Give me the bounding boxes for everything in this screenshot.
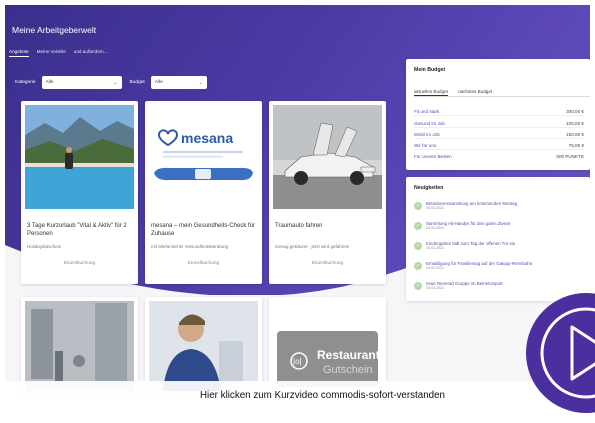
play-video-icon[interactable] (526, 293, 595, 413)
offer-card-mesana[interactable]: mesana mesana – mein Gesundheits-Check f… (145, 101, 262, 284)
budget-row-label: Für unsere Besten (414, 154, 452, 159)
category-select[interactable]: Alle ⌄ (41, 76, 122, 89)
budget-row-value: 150,00 € (566, 132, 584, 137)
check-icon: ✓ (414, 242, 422, 250)
news-date: 24.02.2021 (426, 286, 444, 291)
app-frame: Meine Arbeitgeberwelt Angebote Meine Vor… (5, 5, 590, 410)
news-item[interactable]: ✓ neue Rennrad Gruppe im Betriebssport 2… (414, 281, 503, 290)
card-image-person (149, 301, 258, 391)
news-item[interactable]: ✓ Kindergarten lädt zum Tag der offenen … (414, 241, 515, 250)
budget-select[interactable]: Alle ⌄ (150, 76, 207, 89)
card-subtitle: mit telefonischer Gesundheitsberatung (151, 244, 229, 249)
svg-text:|o|: |o| (293, 357, 302, 366)
budget-row-label: Mobil im Job (414, 132, 440, 137)
card-title: Traumauto fahren (275, 223, 323, 229)
budget-tabs: aktuelles Budget nächstes Budget (414, 89, 590, 97)
check-icon: ✓ (414, 202, 422, 210)
check-icon: ✓ (414, 282, 422, 290)
screenshot-stage: Meine Arbeitgeberwelt Angebote Meine Vor… (0, 0, 595, 423)
news-item[interactable]: ✓ Sammlung Alt-Handys für den guten Zwec… (414, 221, 510, 230)
card-image-sportscar (273, 105, 382, 209)
budget-row-value: 500 PUNKTE (556, 154, 584, 159)
offer-card-traumauto[interactable]: Traumauto fahren Genug geträumt - jetzt … (269, 101, 386, 284)
tab-und-ausserdem[interactable]: und außerdem... (74, 49, 108, 57)
budget-row-label: Fit und stark (414, 109, 440, 114)
tab-angebote[interactable]: Angebote (9, 49, 29, 57)
budget-panel: Mein Budget aktuelles Budget nächstes Bu… (406, 59, 590, 170)
budget-row-value: 300,00 € (566, 109, 584, 114)
budget-label: Budget (129, 80, 145, 85)
page-title: Meine Arbeitgeberwelt (12, 25, 97, 35)
offer-card-kurzurlaub[interactable]: 3 Tage Kurzurlaub "Vital & Aktiv" für 2 … (21, 101, 138, 284)
budget-row-value: 100,00 € (566, 121, 584, 126)
tab-meine-vorteile[interactable]: Meine Vorteile (37, 49, 66, 57)
budget-title: Mein Budget (414, 67, 446, 73)
check-icon: ✓ (414, 262, 422, 270)
category-label: Kategorie (15, 80, 36, 85)
budget-row-points: Für unsere Besten 500 PUNKTE (414, 154, 584, 160)
budget-row: Fit und stark 300,00 € (414, 109, 584, 116)
chevron-down-icon: ⌄ (113, 79, 118, 86)
news-item[interactable]: ✓ Ermäßigung für Familientag auf der Gal… (414, 261, 532, 270)
card-image-mesana: mesana (149, 105, 258, 209)
check-icon: ✓ (414, 222, 422, 230)
card-action-einzelbuchung[interactable]: Einzelbuchung (269, 261, 386, 266)
news-panel: Neuigkeiten ✓ Betriebsversammlung am kom… (406, 177, 590, 301)
news-date: 24.02.2021 (426, 226, 444, 231)
news-date: 24.02.2021 (426, 266, 444, 271)
tab-aktuelles-budget[interactable]: aktuelles Budget (414, 89, 448, 96)
budget-row: Gesund im Job 100,00 € (414, 121, 584, 128)
card-subtitle: Genug geträumt - jetzt wird gefahren! (275, 244, 350, 249)
news-date: 24.02.2021 (426, 246, 444, 251)
card-action-einzelbuchung[interactable]: Einzelbuchung (145, 261, 262, 266)
card-image-restaurant-voucher: |o| Restaurant Gutschein (273, 301, 382, 391)
card-action-einzelbuchung[interactable]: Einzelbuchung (21, 261, 138, 266)
main-tabs: Angebote Meine Vorteile und außerdem... (9, 49, 108, 57)
filter-bar: Kategorie Alle ⌄ Budget Alle ⌄ (15, 76, 207, 89)
card-subtitle: Holidaydutschein (27, 244, 62, 249)
budget-row-value: 75,00 € (568, 143, 584, 148)
news-date: 24.02.2021 (426, 206, 444, 211)
chevron-down-icon: ⌄ (198, 79, 203, 86)
category-value: Alle (45, 80, 54, 85)
card-image-pool (25, 105, 134, 209)
video-caption-link[interactable]: Hier klicken zum Kurzvideo commodis-sofo… (5, 381, 590, 410)
card-title: 3 Tage Kurzurlaub "Vital & Aktiv" für 2 … (27, 223, 127, 237)
budget-value: Alle (154, 80, 163, 85)
restaurant-voucher-subtitle: Gutschein (323, 364, 373, 376)
budget-row: Wir für uns 75,00 € (414, 143, 584, 150)
budget-row: Mobil im Job 150,00 € (414, 132, 584, 139)
news-item[interactable]: ✓ Betriebsversammlung am kommenden Monta… (414, 201, 517, 210)
tab-naechstes-budget[interactable]: nächstes Budget (458, 89, 492, 96)
card-image-street (25, 301, 134, 391)
restaurant-voucher-title: Restaurant (317, 348, 380, 362)
card-title: mesana – mein Gesundheits-Check für Zuha… (151, 223, 256, 237)
news-title: Neuigkeiten (414, 185, 444, 191)
budget-row-label: Wir für uns (414, 143, 437, 148)
budget-row-label: Gesund im Job (414, 121, 445, 126)
mesana-logo-text: mesana (181, 130, 233, 146)
